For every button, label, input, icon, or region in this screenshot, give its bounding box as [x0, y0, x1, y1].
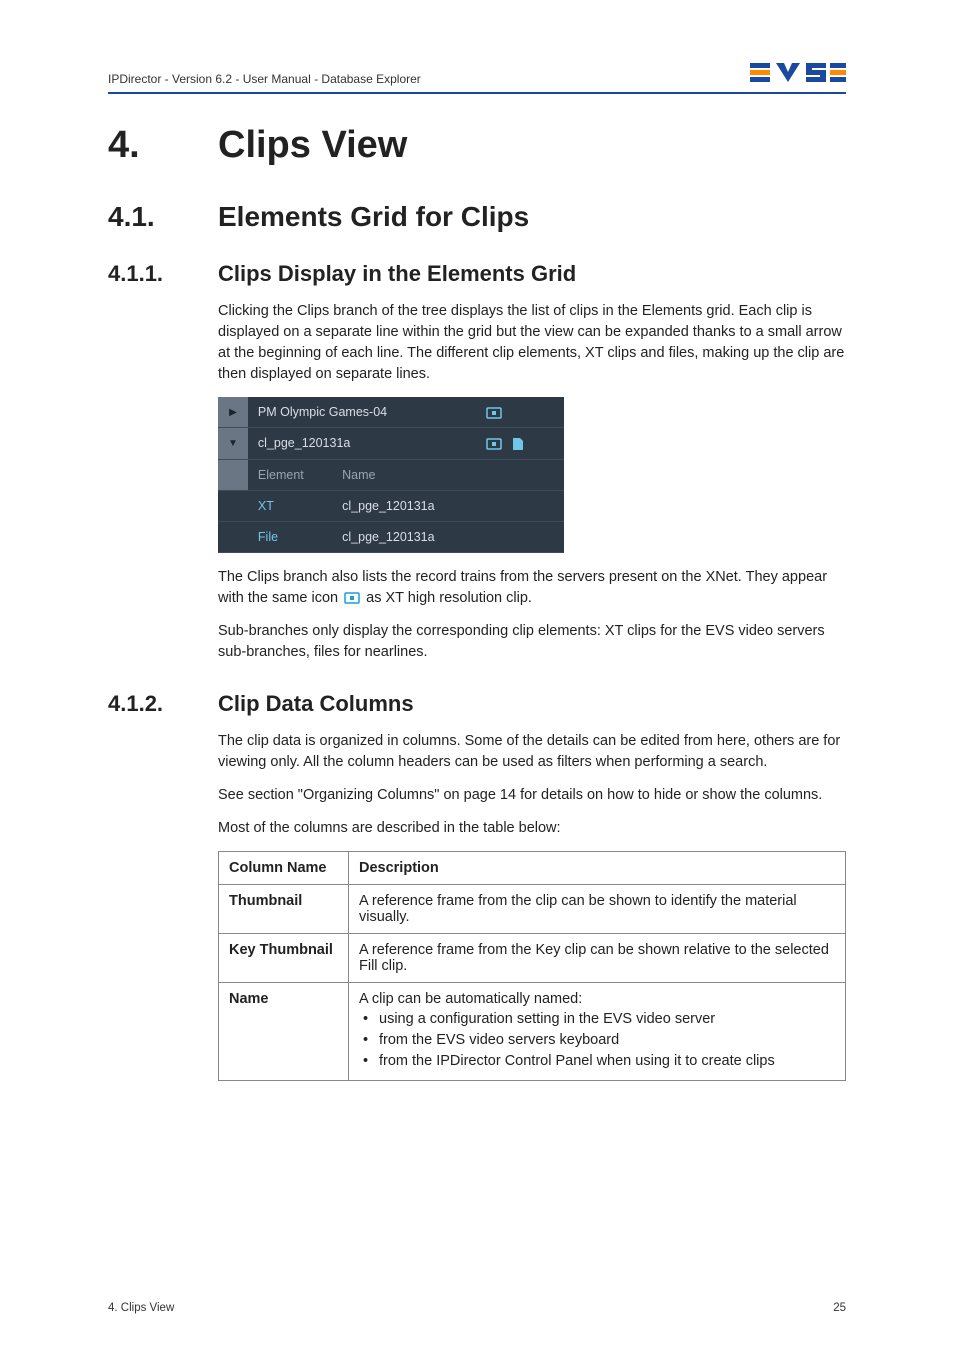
grid-spacer — [218, 521, 248, 552]
column-descriptions-table: Column Name Description Thumbnail A refe… — [218, 851, 846, 1081]
evs-logo — [750, 60, 846, 86]
footer-page-number: 25 — [833, 1302, 846, 1314]
table-cell-desc: A clip can be automatically named: using… — [349, 982, 846, 1080]
paragraph: See section "Organizing Columns" on page… — [218, 785, 846, 806]
file-icon — [512, 437, 524, 451]
heading-3-number: 4.1.2. — [108, 691, 218, 717]
clip-icon — [486, 407, 502, 419]
paragraph: Clicking the Clips branch of the tree di… — [218, 301, 846, 385]
heading-2: 4.1. Elements Grid for Clips — [108, 201, 846, 233]
paragraph-text: as XT high resolution clip. — [366, 590, 532, 606]
breadcrumb: IPDirector - Version 6.2 - User Manual -… — [108, 72, 421, 86]
heading-2-text: Elements Grid for Clips — [218, 201, 529, 233]
heading-3: 4.1.1. Clips Display in the Elements Gri… — [108, 261, 846, 287]
page-footer: 4. Clips View 25 — [108, 1302, 846, 1314]
grid-spacer — [476, 490, 564, 521]
grid-header-element: Element — [248, 459, 332, 490]
bullet-item: using a configuration setting in the EVS… — [359, 1009, 835, 1030]
elements-grid-screenshot: ▶ PM Olympic Games-04 ▼ cl_pge_120131a E… — [218, 397, 564, 553]
table-row: Thumbnail A reference frame from the cli… — [219, 884, 846, 933]
grid-cell-element: XT — [248, 490, 332, 521]
grid-row-icons — [476, 397, 564, 428]
table-row: Name A clip can be automatically named: … — [219, 982, 846, 1080]
grid-spacer — [476, 459, 564, 490]
table-cell-desc: A reference frame from the clip can be s… — [349, 884, 846, 933]
heading-1-text: Clips View — [218, 124, 407, 167]
clip-icon — [344, 592, 360, 604]
footer-section: 4. Clips View — [108, 1302, 174, 1314]
bullet-item: from the EVS video servers keyboard — [359, 1030, 835, 1051]
grid-row-icons — [476, 428, 564, 460]
heading-1: 4. Clips View — [108, 124, 846, 167]
grid-cell-name: cl_pge_120131a — [332, 490, 476, 521]
paragraph: Sub-branches only display the correspond… — [218, 621, 846, 663]
table-cell-name: Name — [219, 982, 349, 1080]
grid-spacer — [218, 490, 248, 521]
evs-logo-svg — [750, 60, 846, 86]
paragraph: The clip data is organized in columns. S… — [218, 731, 846, 773]
heading-1-number: 4. — [108, 124, 218, 167]
table-row: Key Thumbnail A reference frame from the… — [219, 933, 846, 982]
table-header-description: Description — [349, 851, 846, 884]
paragraph: Most of the columns are described in the… — [218, 818, 846, 839]
heading-3: 4.1.2. Clip Data Columns — [108, 691, 846, 717]
grid-cell-element: File — [248, 521, 332, 552]
paragraph: The Clips branch also lists the record t… — [218, 567, 846, 609]
grid-spacer — [218, 459, 248, 490]
grid-row-label: cl_pge_120131a — [248, 428, 476, 460]
table-cell-name: Key Thumbnail — [219, 933, 349, 982]
heading-3-number: 4.1.1. — [108, 261, 218, 287]
grid-row-label: PM Olympic Games-04 — [248, 397, 476, 428]
table-cell-desc: A reference frame from the Key clip can … — [349, 933, 846, 982]
page-header: IPDirector - Version 6.2 - User Manual -… — [108, 60, 846, 94]
heading-2-number: 4.1. — [108, 201, 218, 233]
bullet-list: using a configuration setting in the EVS… — [359, 1009, 835, 1072]
heading-3-text: Clip Data Columns — [218, 691, 414, 717]
table-cell-name: Thumbnail — [219, 884, 349, 933]
grid-spacer — [476, 521, 564, 552]
grid-header-name: Name — [332, 459, 476, 490]
collapse-arrow-icon: ▼ — [218, 428, 248, 460]
expand-arrow-icon: ▶ — [218, 397, 248, 428]
grid-cell-name: cl_pge_120131a — [332, 521, 476, 552]
table-header-column-name: Column Name — [219, 851, 349, 884]
heading-3-text: Clips Display in the Elements Grid — [218, 261, 576, 287]
bullet-item: from the IPDirector Control Panel when u… — [359, 1051, 835, 1072]
clip-icon — [486, 438, 502, 450]
table-cell-lead: A clip can be automatically named: — [359, 991, 582, 1007]
